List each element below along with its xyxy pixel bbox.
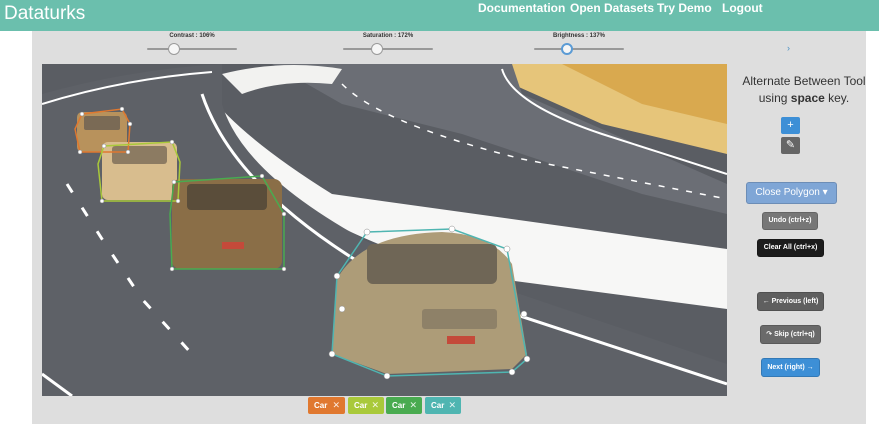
- saturation-label: Saturation : 172%: [362, 33, 414, 39]
- close-polygon-button[interactable]: Close Polygon ▾: [746, 182, 837, 204]
- label-tag[interactable]: Car ✕: [308, 397, 345, 414]
- label-tag[interactable]: Car ✕: [425, 397, 461, 414]
- plus-icon: +: [787, 119, 794, 131]
- close-icon[interactable]: ✕: [409, 397, 417, 414]
- label-tag[interactable]: Car ✕: [348, 397, 384, 414]
- nav-open-datasets[interactable]: Open Datasets: [570, 1, 654, 15]
- annotation-canvas[interactable]: [42, 64, 727, 396]
- nav-documentation[interactable]: Documentation: [478, 1, 565, 15]
- close-icon[interactable]: ✕: [448, 397, 456, 414]
- next-button[interactable]: Next (right) →: [761, 358, 820, 377]
- previous-button[interactable]: ← Previous (left): [757, 292, 824, 311]
- brightness-track[interactable]: [534, 48, 624, 50]
- saturation-track[interactable]: [343, 48, 433, 50]
- contrast-label: Contrast : 106%: [169, 33, 215, 39]
- hint-line-2: using space key.: [758, 91, 850, 105]
- close-icon[interactable]: ✕: [371, 397, 379, 414]
- contrast-track[interactable]: [147, 48, 237, 50]
- road-scene-image: [42, 64, 727, 396]
- car-2: [102, 142, 177, 200]
- undo-button[interactable]: Undo (ctrl+z): [762, 212, 818, 230]
- brightness-label: Brightness : 137%: [552, 33, 606, 39]
- close-icon[interactable]: ✕: [332, 397, 340, 414]
- hint-line-1: Alternate Between Tool: [742, 74, 866, 88]
- car-4: [332, 232, 527, 374]
- brand-logo[interactable]: Dataturks: [4, 3, 85, 25]
- clear-all-button[interactable]: Clear All (ctrl+x): [757, 239, 824, 257]
- chevron-right-icon[interactable]: ›: [787, 43, 790, 53]
- contrast-thumb[interactable]: [168, 43, 180, 55]
- nav-logout[interactable]: Logout: [722, 1, 763, 15]
- add-polygon-button[interactable]: +: [781, 117, 800, 134]
- pencil-icon: ✎: [785, 139, 796, 151]
- tool-hint: Alternate Between Tool using space key.: [728, 73, 879, 107]
- label-tag[interactable]: Car ✕: [386, 397, 422, 414]
- nav-try-demo[interactable]: Try Demo: [657, 1, 712, 15]
- skip-button[interactable]: ↷ Skip (ctrl+q): [760, 325, 821, 344]
- top-navbar: Dataturks Documentation Open Datasets Tr…: [0, 0, 879, 31]
- car-3: [172, 179, 282, 269]
- edit-polygon-button[interactable]: ✎: [781, 137, 800, 154]
